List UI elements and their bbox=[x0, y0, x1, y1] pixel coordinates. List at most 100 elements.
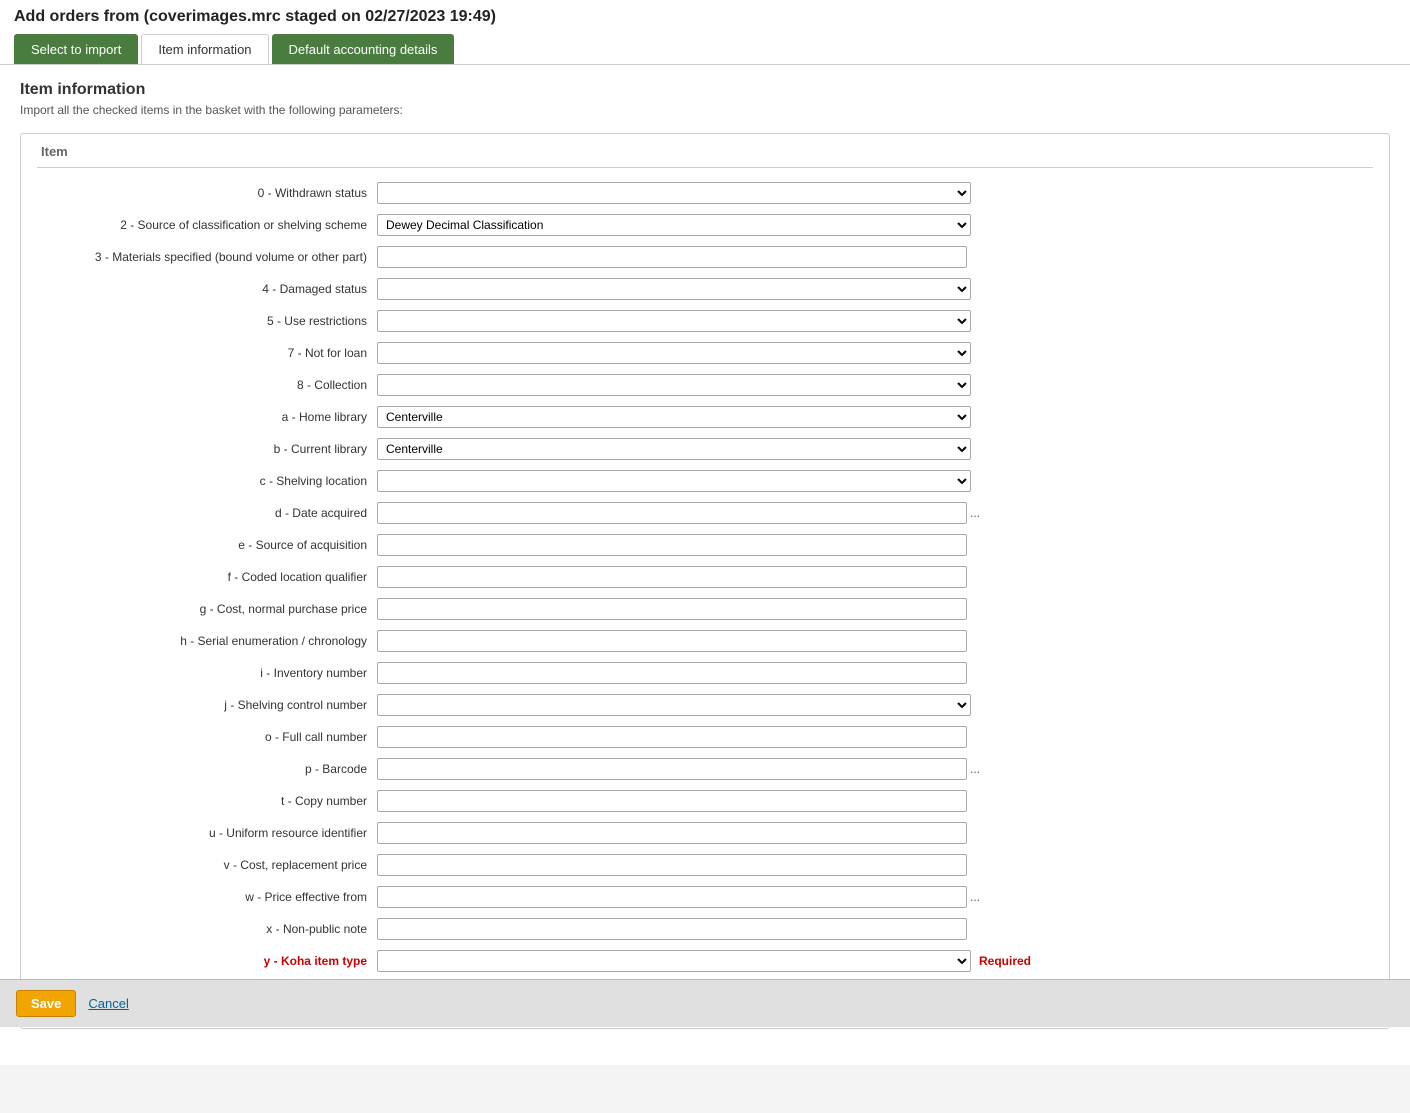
label-collection: 8 - Collection bbox=[37, 378, 377, 392]
row-withdrawn-status: 0 - Withdrawn status bbox=[37, 180, 1373, 206]
select-use-restrictions[interactable] bbox=[377, 310, 971, 332]
label-shelving-location: c - Shelving location bbox=[37, 474, 377, 488]
tab-select-to-import[interactable]: Select to import bbox=[14, 34, 138, 64]
control-price-effective-from: ... bbox=[377, 886, 1373, 908]
control-serial-enumeration bbox=[377, 630, 1373, 652]
label-cost-replacement-price: v - Cost, replacement price bbox=[37, 858, 377, 872]
row-classification-scheme: 2 - Source of classification or shelving… bbox=[37, 212, 1373, 238]
row-damaged-status: 4 - Damaged status bbox=[37, 276, 1373, 302]
row-shelving-location: c - Shelving location bbox=[37, 468, 1373, 494]
label-withdrawn-status: 0 - Withdrawn status bbox=[37, 186, 377, 200]
footer: Save Cancel bbox=[0, 979, 1410, 1027]
section-subtitle: Import all the checked items in the bask… bbox=[20, 103, 1390, 117]
row-copy-number: t - Copy number bbox=[37, 788, 1373, 814]
label-koha-item-type: y - Koha item type bbox=[37, 954, 377, 968]
row-source-acquisition: e - Source of acquisition bbox=[37, 532, 1373, 558]
control-cost-replacement-price bbox=[377, 854, 1373, 876]
select-classification-scheme[interactable]: Dewey Decimal Classification bbox=[377, 214, 971, 236]
fieldset-legend: Item bbox=[37, 144, 1373, 159]
input-full-call-number[interactable] bbox=[377, 726, 967, 748]
control-classification-scheme: Dewey Decimal Classification bbox=[377, 214, 1373, 236]
row-materials-specified: 3 - Materials specified (bound volume or… bbox=[37, 244, 1373, 270]
control-uniform-resource-identifier bbox=[377, 822, 1373, 844]
label-materials-specified: 3 - Materials specified (bound volume or… bbox=[37, 250, 377, 264]
control-barcode: ... bbox=[377, 758, 1373, 780]
row-cost-normal-purchase-price: g - Cost, normal purchase price bbox=[37, 596, 1373, 622]
select-not-for-loan[interactable] bbox=[377, 342, 971, 364]
row-koha-item-type: y - Koha item type Required bbox=[37, 948, 1373, 974]
input-inventory-number[interactable] bbox=[377, 662, 967, 684]
section-title: Item information bbox=[20, 81, 1390, 99]
row-use-restrictions: 5 - Use restrictions bbox=[37, 308, 1373, 334]
select-damaged-status[interactable] bbox=[377, 278, 971, 300]
control-use-restrictions bbox=[377, 310, 1373, 332]
input-source-acquisition[interactable] bbox=[377, 534, 967, 556]
input-materials-specified[interactable] bbox=[377, 246, 967, 268]
label-not-for-loan: 7 - Not for loan bbox=[37, 346, 377, 360]
label-cost-normal-purchase-price: g - Cost, normal purchase price bbox=[37, 602, 377, 616]
save-button[interactable]: Save bbox=[16, 990, 76, 1017]
control-source-acquisition bbox=[377, 534, 1373, 556]
required-badge: Required bbox=[979, 954, 1031, 968]
control-current-library: Centerville bbox=[377, 438, 1373, 460]
control-cost-normal-purchase-price bbox=[377, 598, 1373, 620]
row-inventory-number: i - Inventory number bbox=[37, 660, 1373, 686]
row-coded-location-qualifier: f - Coded location qualifier bbox=[37, 564, 1373, 590]
price-effective-from-ellipsis: ... bbox=[970, 890, 980, 904]
label-source-acquisition: e - Source of acquisition bbox=[37, 538, 377, 552]
label-inventory-number: i - Inventory number bbox=[37, 666, 377, 680]
label-non-public-note: x - Non-public note bbox=[37, 922, 377, 936]
select-collection[interactable] bbox=[377, 374, 971, 396]
row-collection: 8 - Collection bbox=[37, 372, 1373, 398]
row-current-library: b - Current library Centerville bbox=[37, 436, 1373, 462]
row-not-for-loan: 7 - Not for loan bbox=[37, 340, 1373, 366]
row-non-public-note: x - Non-public note bbox=[37, 916, 1373, 942]
input-cost-normal-purchase-price[interactable] bbox=[377, 598, 967, 620]
select-koha-item-type[interactable] bbox=[377, 950, 971, 972]
select-shelving-control-number[interactable] bbox=[377, 694, 971, 716]
row-cost-replacement-price: v - Cost, replacement price bbox=[37, 852, 1373, 878]
label-current-library: b - Current library bbox=[37, 442, 377, 456]
input-cost-replacement-price[interactable] bbox=[377, 854, 967, 876]
row-uniform-resource-identifier: u - Uniform resource identifier bbox=[37, 820, 1373, 846]
control-inventory-number bbox=[377, 662, 1373, 684]
control-koha-item-type: Required bbox=[377, 950, 1373, 972]
page-title: Add orders from (coverimages.mrc staged … bbox=[14, 8, 1396, 26]
select-home-library[interactable]: Centerville bbox=[377, 406, 971, 428]
label-use-restrictions: 5 - Use restrictions bbox=[37, 314, 377, 328]
label-shelving-control-number: j - Shelving control number bbox=[37, 698, 377, 712]
input-uniform-resource-identifier[interactable] bbox=[377, 822, 967, 844]
main-content: Item information Import all the checked … bbox=[0, 65, 1410, 1065]
tab-default-accounting-details[interactable]: Default accounting details bbox=[272, 34, 455, 64]
label-uniform-resource-identifier: u - Uniform resource identifier bbox=[37, 826, 377, 840]
control-damaged-status bbox=[377, 278, 1373, 300]
row-full-call-number: o - Full call number bbox=[37, 724, 1373, 750]
label-full-call-number: o - Full call number bbox=[37, 730, 377, 744]
label-date-acquired: d - Date acquired bbox=[37, 506, 377, 520]
tab-bar: Select to import Item information Defaul… bbox=[14, 34, 1396, 64]
select-shelving-location[interactable] bbox=[377, 470, 971, 492]
row-home-library: a - Home library Centerville bbox=[37, 404, 1373, 430]
label-home-library: a - Home library bbox=[37, 410, 377, 424]
cancel-button[interactable]: Cancel bbox=[88, 996, 128, 1011]
input-barcode[interactable] bbox=[377, 758, 967, 780]
input-price-effective-from[interactable] bbox=[377, 886, 967, 908]
input-non-public-note[interactable] bbox=[377, 918, 967, 940]
control-shelving-control-number bbox=[377, 694, 1373, 716]
tab-item-information[interactable]: Item information bbox=[141, 34, 268, 64]
control-copy-number bbox=[377, 790, 1373, 812]
input-copy-number[interactable] bbox=[377, 790, 967, 812]
row-date-acquired: d - Date acquired ... bbox=[37, 500, 1373, 526]
control-non-public-note bbox=[377, 918, 1373, 940]
select-withdrawn-status[interactable] bbox=[377, 182, 971, 204]
label-barcode: p - Barcode bbox=[37, 762, 377, 776]
date-acquired-ellipsis: ... bbox=[970, 506, 980, 520]
control-shelving-location bbox=[377, 470, 1373, 492]
input-serial-enumeration[interactable] bbox=[377, 630, 967, 652]
control-full-call-number bbox=[377, 726, 1373, 748]
input-date-acquired[interactable] bbox=[377, 502, 967, 524]
control-date-acquired: ... bbox=[377, 502, 1373, 524]
row-serial-enumeration: h - Serial enumeration / chronology bbox=[37, 628, 1373, 654]
input-coded-location-qualifier[interactable] bbox=[377, 566, 967, 588]
select-current-library[interactable]: Centerville bbox=[377, 438, 971, 460]
